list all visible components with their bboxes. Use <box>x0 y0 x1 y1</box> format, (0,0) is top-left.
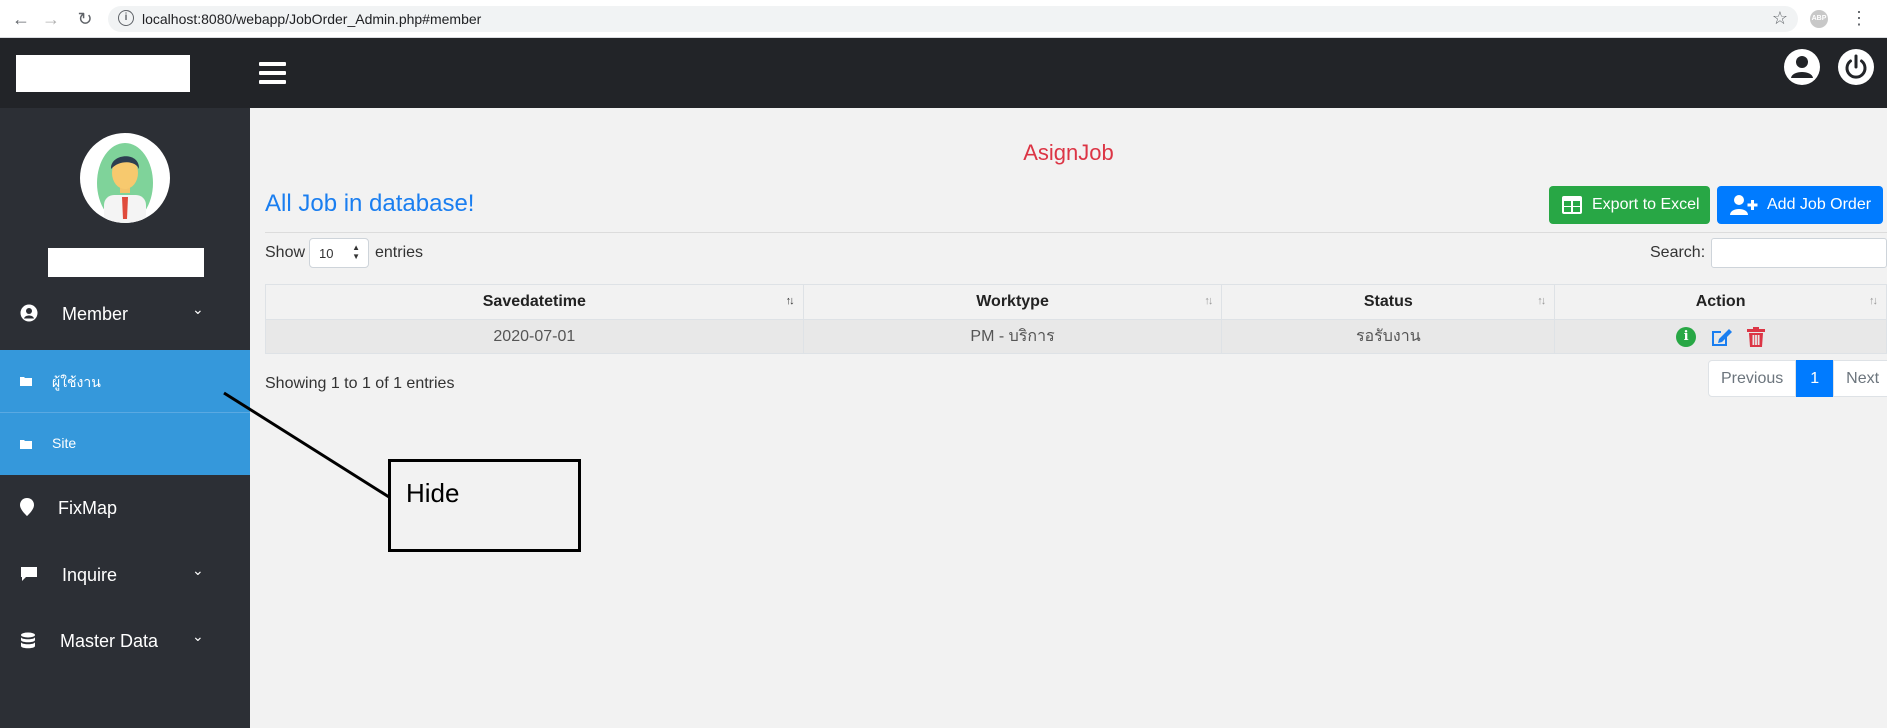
map-marker-icon <box>20 498 34 516</box>
export-excel-button[interactable]: Export to Excel <box>1549 186 1710 224</box>
username-placeholder <box>48 248 204 277</box>
sidebar-item-label: Master Data <box>60 631 159 651</box>
page-1-button[interactable]: 1 <box>1796 360 1834 397</box>
add-user-icon <box>1730 195 1758 215</box>
adblock-extension-icon[interactable]: ABP <box>1810 10 1828 28</box>
edit-icon[interactable] <box>1711 327 1733 347</box>
trash-icon[interactable] <box>1747 326 1766 347</box>
sort-icon: ↑↓ <box>1869 295 1878 307</box>
add-job-order-label: Add Job Order <box>1767 196 1872 213</box>
export-excel-label: Export to Excel <box>1592 196 1700 213</box>
show-label: Show <box>265 244 306 261</box>
table-icon <box>1562 196 1582 214</box>
sidebar-item-label: Member <box>62 304 129 324</box>
avatar <box>80 133 170 223</box>
table-row: 2020-07-01 PM - บริการ รอรับงาน i <box>265 319 1887 354</box>
logo-placeholder <box>16 55 190 92</box>
column-header-savedatetime[interactable]: Savedatetime ↑↓ <box>265 284 804 320</box>
previous-page-button[interactable]: Previous <box>1708 360 1797 397</box>
column-header-worktype[interactable]: Worktype ↑↓ <box>802 284 1223 320</box>
sidebar-item-label: ผู้ใช้งาน <box>52 374 101 390</box>
site-info-icon[interactable]: i <box>118 10 134 26</box>
forward-arrow-icon[interactable]: → <box>40 8 62 30</box>
folder-icon <box>20 377 32 386</box>
info-icon[interactable]: i <box>1676 326 1697 347</box>
app-topbar <box>0 38 1887 108</box>
search-input[interactable] <box>1711 238 1887 268</box>
sidebar-item-label: Inquire <box>62 565 118 585</box>
entries-label: entries <box>375 244 424 261</box>
comment-icon <box>21 567 37 581</box>
page-size-select[interactable]: 10 ▲ ▼ <box>309 238 369 268</box>
chevron-down-icon[interactable]: ⌄ <box>192 301 204 318</box>
search-label: Search: <box>1650 244 1706 261</box>
address-bar[interactable]: i localhost:8080/webapp/JobOrder_Admin.p… <box>108 6 1798 32</box>
sidebar-item-site[interactable]: Site <box>0 412 250 475</box>
cell-worktype: PM - บริการ <box>802 319 1223 354</box>
database-icon <box>21 632 35 649</box>
browser-toolbar: ← → ↻ i localhost:8080/webapp/JobOrder_A… <box>0 0 1887 38</box>
user-profile-icon[interactable] <box>1784 49 1820 85</box>
column-header-action[interactable]: Action ↑↓ <box>1554 284 1887 320</box>
bookmark-star-icon[interactable]: ☆ <box>1772 8 1788 29</box>
select-arrows-icon: ▲ ▼ <box>352 243 360 261</box>
reload-icon[interactable]: ↻ <box>74 8 96 30</box>
sort-icon: ↑↓ <box>785 295 795 307</box>
sidebar-item-label: FixMap <box>58 498 118 518</box>
browser-menu-icon[interactable]: ⋮ <box>1850 8 1868 29</box>
folder-icon <box>20 440 32 449</box>
sort-icon: ↑↓ <box>1537 295 1546 307</box>
sidebar-item-label: Site <box>52 435 77 451</box>
back-arrow-icon[interactable]: ← <box>10 8 32 30</box>
cell-savedatetime: 2020-07-01 <box>265 319 804 354</box>
chevron-down-icon[interactable]: ⌄ <box>192 562 204 579</box>
sidebar: Member ⌄ ผู้ใช้งาน Site FixMap Inquire ⌄… <box>0 108 250 728</box>
annotation-text: Hide <box>406 478 460 508</box>
column-header-status[interactable]: Status ↑↓ <box>1221 284 1556 320</box>
cell-actions: i <box>1554 319 1887 354</box>
table-info-text: Showing 1 to 1 of 1 entries <box>265 375 455 392</box>
url-text[interactable]: localhost:8080/webapp/JobOrder_Admin.php… <box>142 11 481 27</box>
next-page-button[interactable]: Next <box>1833 360 1887 397</box>
sort-icon: ↑↓ <box>1204 295 1213 307</box>
divider <box>265 232 1887 233</box>
page-title: AsignJob <box>1023 140 1114 165</box>
hamburger-menu-icon[interactable] <box>259 62 286 86</box>
annotation-callout: Hide <box>388 459 581 552</box>
power-logout-icon[interactable] <box>1838 49 1874 85</box>
chevron-down-icon[interactable]: ⌄ <box>192 628 204 645</box>
add-job-order-button[interactable]: Add Job Order <box>1717 186 1883 224</box>
pagination: Previous 1 Next <box>1708 360 1887 397</box>
sidebar-item-users[interactable]: ผู้ใช้งาน <box>0 350 250 412</box>
job-table: Savedatetime ↑↓ Worktype ↑↓ Status ↑↓ Actio… <box>265 284 1887 354</box>
page-size-value: 10 <box>319 246 334 261</box>
main-content: AsignJob All Job in database! Export to … <box>250 108 1887 728</box>
user-circle-icon <box>20 304 38 322</box>
cell-status: รอรับงาน <box>1221 319 1556 354</box>
section-title: All Job in database! <box>265 190 475 217</box>
